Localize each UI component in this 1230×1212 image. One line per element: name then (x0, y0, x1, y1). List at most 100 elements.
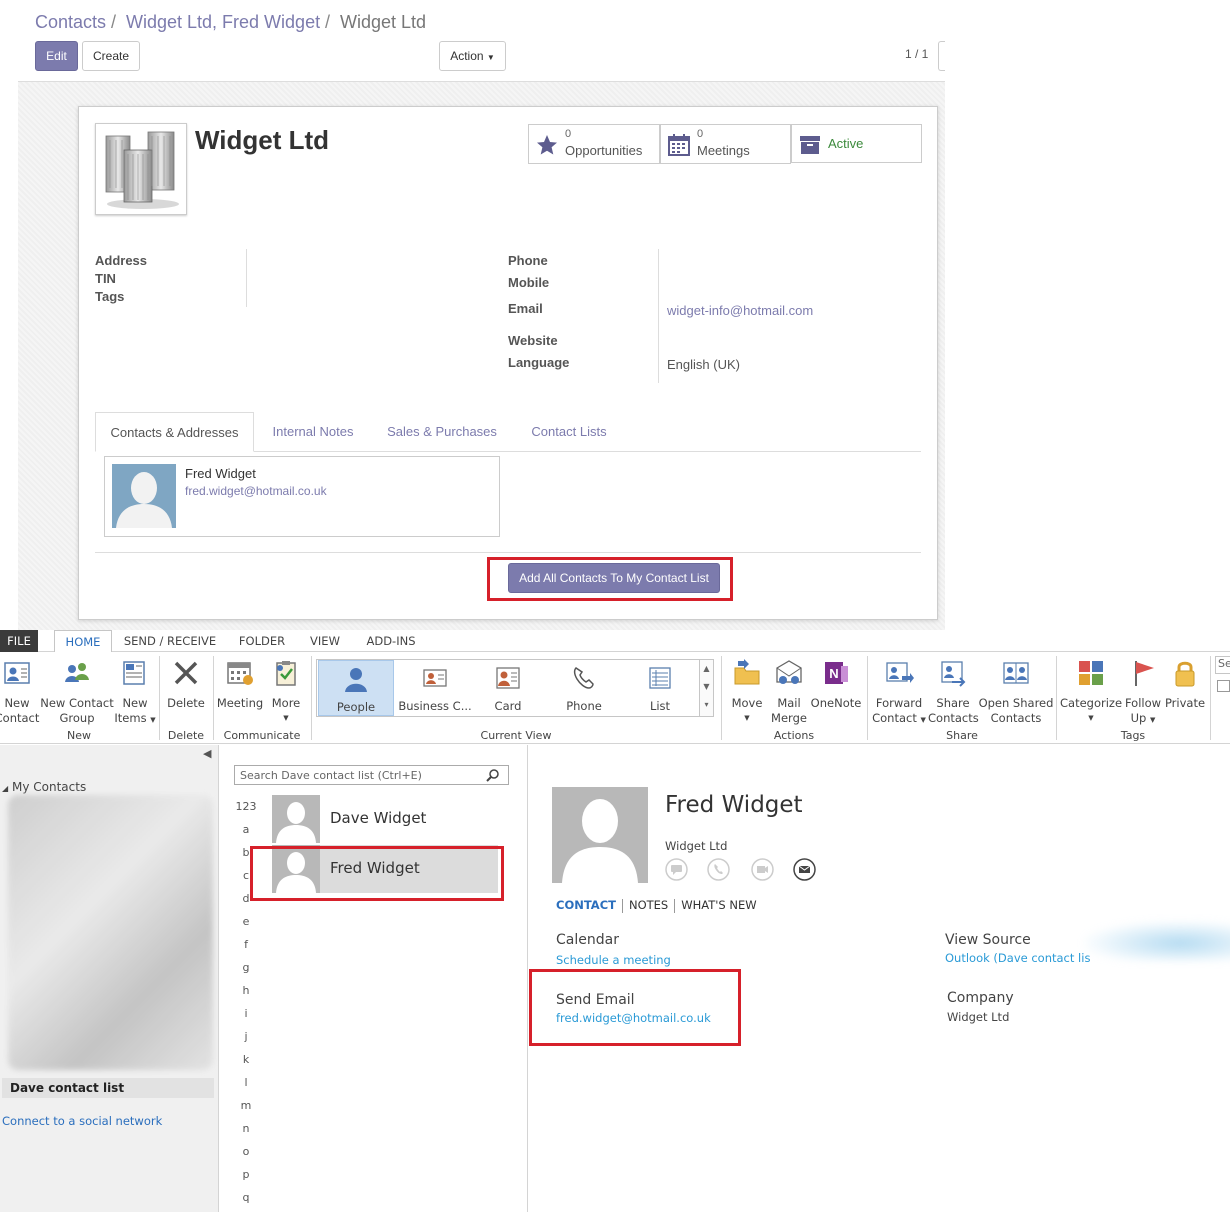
view-source-link[interactable]: Outlook (Dave contact lis (945, 951, 1090, 965)
tab-home[interactable]: HOME (54, 630, 112, 653)
alpha-index-item[interactable]: o (234, 1145, 258, 1158)
website-label: Website (508, 333, 558, 348)
schedule-meeting-link[interactable]: Schedule a meeting (556, 953, 671, 967)
breadcrumb-contacts[interactable]: Contacts (35, 12, 106, 33)
categorize-icon (1079, 661, 1103, 685)
alpha-index-item[interactable]: j (234, 1030, 258, 1043)
view-card[interactable]: Card (477, 660, 539, 716)
gallery-scroll[interactable]: ▲ ▼ ▾ (699, 660, 713, 716)
move-folder-icon (734, 659, 760, 685)
alpha-index-item[interactable]: 123 (234, 800, 258, 813)
tab-internal-notes[interactable]: Internal Notes (261, 412, 365, 452)
alpha-index-item[interactable]: q (234, 1191, 258, 1204)
follow-up-button[interactable]: Follow Up ▼ (1122, 658, 1164, 728)
email-icon[interactable] (793, 858, 816, 881)
alpha-index-item[interactable]: g (234, 961, 258, 974)
archive-icon (800, 136, 820, 154)
highlight-box (529, 969, 741, 1046)
my-contacts-header[interactable]: ◢ My Contacts (2, 780, 86, 794)
move-button[interactable]: Move ▼ (726, 658, 768, 726)
open-shared-contacts-button[interactable]: Open Shared Contacts (978, 658, 1054, 726)
tab-contact-lists[interactable]: Contact Lists (519, 412, 619, 452)
onenote-button[interactable]: N OneNote (810, 658, 862, 711)
view-business-cards[interactable]: Business C... (395, 660, 475, 716)
new-contact-label-1: New (4, 696, 30, 710)
alpha-index-item[interactable]: f (234, 938, 258, 951)
meetings-smart-button[interactable]: 0 Meetings (660, 124, 791, 164)
dropdown-arrow-icon: ▼ (150, 716, 156, 724)
connect-social-network-link[interactable]: Connect to a social network (2, 1114, 162, 1128)
alpha-index-item[interactable]: e (234, 915, 258, 928)
search-box[interactable] (234, 765, 509, 785)
action-dropdown[interactable]: Action ▼ (439, 41, 506, 71)
breadcrumb-separator: / (111, 12, 117, 32)
edit-button[interactable]: Edit (35, 41, 78, 71)
tab-notes[interactable]: NOTES (629, 898, 668, 912)
share-contacts-button[interactable]: Share Contacts (928, 658, 979, 726)
tab-add-ins[interactable]: ADD-INS (358, 630, 424, 652)
create-button[interactable]: Create (82, 41, 140, 71)
mail-merge-button[interactable]: Mail Merge (768, 658, 810, 726)
opportunities-smart-button[interactable]: 0 Opportunities (528, 124, 660, 164)
alpha-index-item[interactable]: m (234, 1099, 258, 1112)
view-list-label: List (649, 699, 671, 713)
alpha-index-item[interactable]: l (234, 1076, 258, 1089)
tab-folder[interactable]: FOLDER (232, 630, 292, 652)
view-phone-label: Phone (566, 699, 602, 713)
group-label-communicate: Communicate (223, 729, 301, 742)
call-icon[interactable] (707, 858, 730, 881)
breadcrumb-widget-fred[interactable]: Widget Ltd, Fred Widget (126, 12, 320, 33)
expand-triangle-icon: ◢ (2, 784, 9, 793)
meeting-button[interactable]: Meeting (216, 658, 264, 711)
address-book-icon[interactable] (1217, 680, 1230, 692)
email-value[interactable]: widget-info@hotmail.com (667, 303, 813, 318)
tab-whats-new[interactable]: WHAT'S NEW (681, 898, 756, 912)
tab-sales-purchases[interactable]: Sales & Purchases (375, 412, 509, 452)
tab-view[interactable]: VIEW (304, 630, 346, 652)
person-silhouette-icon (562, 799, 638, 883)
alpha-index-item[interactable]: p (234, 1168, 258, 1181)
breadcrumb-current: Widget Ltd (340, 12, 427, 32)
alpha-index-item[interactable]: h (234, 984, 258, 997)
dropdown-arrow-icon: ▼ (920, 716, 926, 724)
view-people[interactable]: People (318, 660, 394, 716)
collapse-pane-icon[interactable]: ◀ (203, 747, 211, 760)
folder-dave-contact-list[interactable]: Dave contact list (2, 1078, 214, 1098)
alpha-index-item[interactable]: n (234, 1122, 258, 1135)
company-image[interactable] (95, 123, 187, 215)
search-input[interactable] (240, 768, 480, 782)
private-button[interactable]: Private (1164, 658, 1206, 711)
person-card[interactable]: Dave Widget (272, 795, 498, 843)
view-phone[interactable]: Phone (551, 660, 617, 716)
alpha-index-item[interactable]: k (234, 1053, 258, 1066)
private-label: Private (1164, 696, 1206, 710)
tab-send-receive[interactable]: SEND / RECEIVE (120, 630, 220, 652)
pager-previous-button[interactable] (938, 41, 945, 71)
new-contact-group-label-2: Group (59, 711, 95, 725)
view-list[interactable]: List (629, 660, 691, 716)
forward-contact-button[interactable]: Forward Contact ▼ (870, 658, 928, 728)
delete-button[interactable]: Delete (164, 658, 208, 711)
breadcrumb-separator: / (325, 12, 331, 32)
group-separator (721, 656, 722, 740)
alpha-index-item[interactable]: a (234, 823, 258, 836)
new-contact-button[interactable]: New Contact (0, 658, 40, 726)
video-call-icon[interactable] (751, 858, 774, 881)
tab-contact[interactable]: CONTACT (556, 898, 616, 912)
view-business-cards-label: Business C... (398, 699, 472, 713)
meeting-label: Meeting (216, 696, 264, 710)
new-contact-group-button[interactable]: New Contact Group (40, 658, 114, 726)
tab-file[interactable]: FILE (0, 630, 38, 652)
active-toggle-button[interactable]: Active (791, 124, 922, 163)
child-contact-card[interactable]: Fred Widget fred.widget@hotmail.co.uk (104, 456, 500, 537)
search-people-field[interactable]: Se (1215, 656, 1230, 674)
search-icon[interactable] (486, 768, 500, 782)
new-items-button[interactable]: New Items ▼ (114, 658, 156, 728)
highlight-box (487, 557, 733, 601)
categorize-button[interactable]: Categorize ▼ (1060, 658, 1122, 726)
im-icon[interactable] (665, 858, 688, 881)
alpha-index-item[interactable]: i (234, 1007, 258, 1020)
contact-card-email[interactable]: fred.widget@hotmail.co.uk (185, 484, 327, 498)
tab-contacts-addresses[interactable]: Contacts & Addresses (95, 412, 254, 452)
more-button[interactable]: More ▼ (266, 658, 306, 726)
